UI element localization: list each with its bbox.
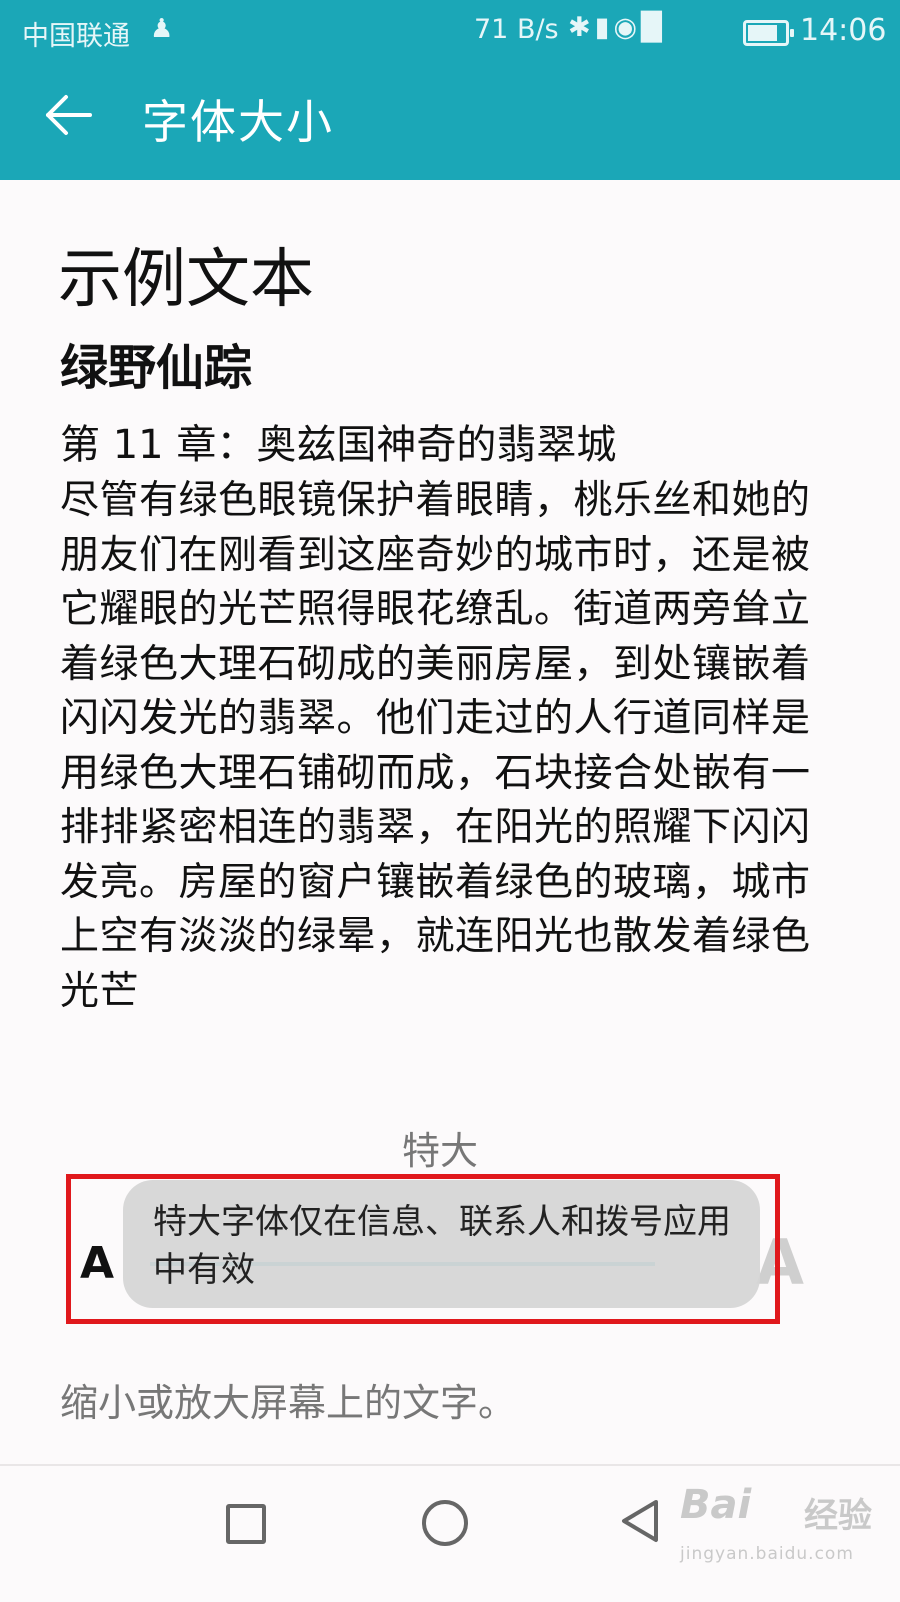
- page-title: 字体大小: [142, 95, 334, 149]
- battery-fill: [748, 25, 777, 41]
- status-bar: 中国联通 ♟ 71 B/s ✱▮◉█ 14:06: [0, 0, 900, 64]
- highlight-box: [66, 1174, 780, 1324]
- recents-square-icon[interactable]: [226, 1504, 266, 1544]
- sample-heading: 示例文本: [58, 243, 314, 317]
- person-icon: ♟: [150, 14, 174, 44]
- network-speed: 71 B/s: [474, 14, 559, 45]
- vibrate-icon: ▮: [594, 12, 614, 43]
- book-title: 绿野仙踪: [60, 340, 253, 396]
- wifi-icon: ◉: [613, 12, 642, 43]
- chapter-title: 第 11 章：奥兹国神奇的翡翠城: [60, 422, 617, 468]
- home-circle-icon[interactable]: [422, 1500, 468, 1546]
- battery-icon: [743, 20, 794, 46]
- hint-text: 缩小或放大屏幕上的文字。: [60, 1381, 517, 1425]
- signal-icon: █: [641, 12, 666, 43]
- watermark-logo: Bai: [680, 1482, 752, 1528]
- arrow-left-icon[interactable]: [44, 90, 94, 140]
- watermark: Bai 经验 jingyan.baidu.com: [680, 1482, 900, 1582]
- status-time: 14:06: [800, 13, 887, 48]
- status-icons: ✱▮◉█: [568, 12, 666, 43]
- bluetooth-icon: ✱: [568, 12, 595, 43]
- preview-body: 尽管有绿色眼镜保护着眼睛，桃乐丝和她的朋友们在刚看到这座奇妙的城市时，还是被它耀…: [60, 478, 811, 1014]
- font-size-label: 特大: [401, 1129, 478, 1173]
- watermark-text: 经验: [804, 1496, 872, 1536]
- carrier-label: 中国联通: [22, 21, 130, 52]
- watermark-url: jingyan.baidu.com: [680, 1544, 854, 1564]
- back-triangle-icon[interactable]: [618, 1498, 662, 1544]
- app-bar: 中国联通 ♟ 71 B/s ✱▮◉█ 14:06 字体大小: [0, 0, 900, 180]
